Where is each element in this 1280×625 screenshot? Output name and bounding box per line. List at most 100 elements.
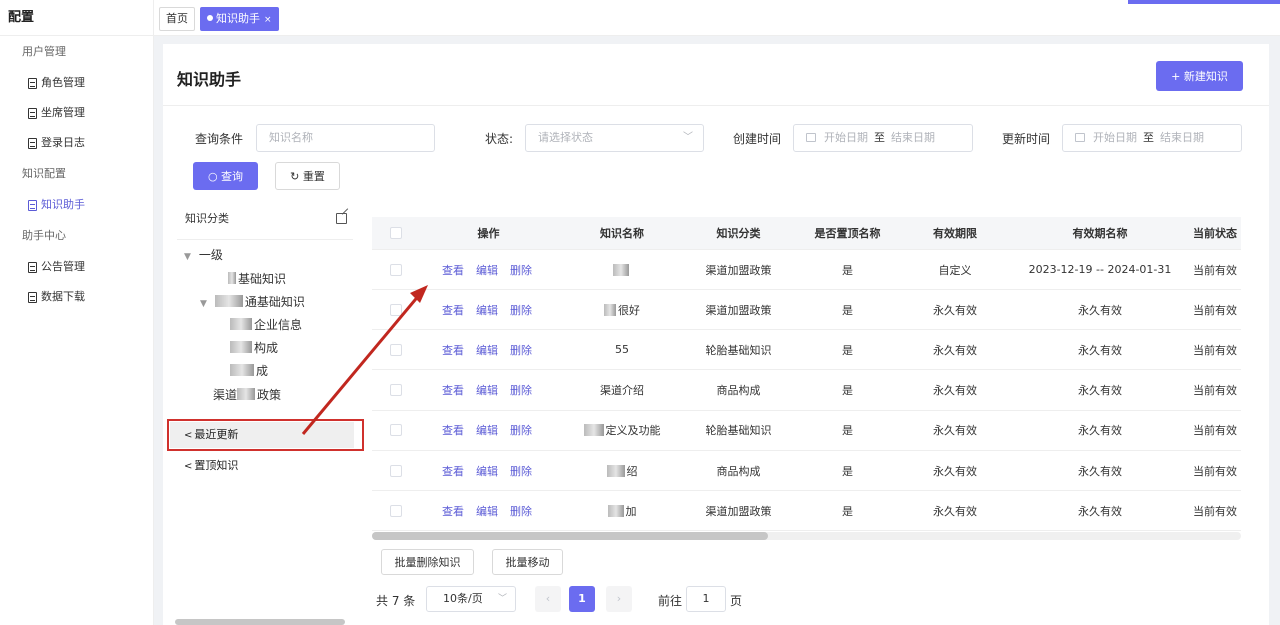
row-pinned: 是	[842, 424, 853, 438]
row-period: 永久有效	[933, 384, 977, 398]
edit-link[interactable]: 编辑	[476, 302, 498, 318]
scrollbar-thumb[interactable]	[372, 532, 768, 540]
tree-node[interactable]: 构成	[230, 339, 278, 356]
pinned-knowledge-item[interactable]: < 置顶知识	[170, 453, 354, 479]
start-date-placeholder: 开始日期	[824, 131, 868, 144]
total-count: 共 7 条	[376, 594, 416, 608]
row-period: 永久有效	[933, 464, 977, 478]
next-page-button[interactable]: ›	[606, 586, 632, 612]
row-checkbox[interactable]	[390, 464, 402, 477]
page-1-button[interactable]: 1	[569, 586, 595, 612]
search-icon: ○	[207, 170, 222, 183]
redacted-text	[613, 263, 629, 276]
tab-label: 知识助手	[216, 12, 260, 25]
header-period-name: 有效期名称	[1072, 227, 1128, 240]
row-period-name: 永久有效	[1078, 343, 1122, 357]
tree-node[interactable]: 基础知识	[228, 270, 286, 287]
prev-page-button[interactable]: ‹	[535, 586, 561, 612]
bulk-move-button[interactable]: 批量移动	[492, 549, 563, 575]
row-actions: 查看 编辑 删除	[426, 290, 551, 329]
row-checkbox-cell	[388, 250, 404, 289]
chevron-down-icon: ﹀	[497, 594, 507, 604]
tree-node[interactable]: 成	[230, 362, 268, 379]
sidebar-item-roles[interactable]: 角色管理	[0, 68, 153, 98]
calendar-icon	[1075, 133, 1085, 142]
new-knowledge-button[interactable]: + 新建知识	[1156, 61, 1243, 91]
edit-link[interactable]: 编辑	[476, 262, 498, 278]
knowledge-name-input[interactable]: 知识名称	[256, 124, 435, 152]
view-link[interactable]: 查看	[442, 503, 464, 519]
table-horizontal-scrollbar[interactable]	[372, 532, 1241, 540]
header-status: 当前状态	[1193, 227, 1237, 240]
view-link[interactable]: 查看	[442, 342, 464, 358]
row-pinned: 是	[842, 504, 853, 518]
delete-link[interactable]: 删除	[510, 463, 532, 479]
delete-link[interactable]: 删除	[510, 503, 532, 519]
delete-link[interactable]: 删除	[510, 302, 532, 318]
delete-link[interactable]: 删除	[510, 342, 532, 358]
search-button-label: 查询	[221, 170, 244, 183]
row-checkbox[interactable]	[390, 384, 402, 397]
highlight-box	[167, 419, 364, 451]
row-period-name: 永久有效	[1078, 384, 1122, 398]
tree-horizontal-scrollbar[interactable]	[175, 619, 345, 625]
status-label: 状态:	[485, 132, 514, 146]
redacted-text	[230, 318, 252, 330]
tree-node[interactable]: ▼ 通基础知识	[200, 293, 305, 310]
edit-link[interactable]: 编辑	[476, 342, 498, 358]
row-name: 加	[562, 491, 682, 530]
row-period-name: 永久有效	[1078, 303, 1122, 317]
tab-knowledge-assistant[interactable]: 知识助手 ×	[200, 7, 279, 31]
edit-link[interactable]: 编辑	[476, 503, 498, 519]
tab-home[interactable]: 首页	[159, 7, 195, 31]
table-row: 查看 编辑 删除 加 渠道加盟政策 是 永久有效 永久有效 当前有效	[372, 491, 1241, 532]
sidebar-item-label: 角色管理	[41, 76, 85, 89]
row-period: 永久有效	[933, 303, 977, 317]
row-checkbox[interactable]	[390, 424, 402, 437]
edit-icon[interactable]	[336, 213, 347, 224]
goto-page-input[interactable]: 1	[686, 586, 726, 612]
row-checkbox[interactable]	[390, 303, 402, 316]
edit-link[interactable]: 编辑	[476, 422, 498, 438]
page-size-select[interactable]: 10条/页 ﹀	[426, 586, 516, 612]
sidebar-item-data-download[interactable]: 数据下载	[0, 282, 153, 312]
view-link[interactable]: 查看	[442, 463, 464, 479]
sidebar-item-agents[interactable]: 坐席管理	[0, 98, 153, 128]
row-pinned: 是	[842, 464, 853, 478]
header-category: 知识分类	[716, 227, 761, 240]
view-link[interactable]: 查看	[442, 262, 464, 278]
sidebar-item-login-log[interactable]: 登录日志	[0, 128, 153, 158]
row-checkbox[interactable]	[390, 263, 402, 276]
tree-node-label: 企业信息	[254, 318, 303, 332]
delete-link[interactable]: 删除	[510, 422, 532, 438]
bulk-delete-button[interactable]: 批量删除知识	[381, 549, 474, 575]
edit-link[interactable]: 编辑	[476, 463, 498, 479]
sidebar-item-knowledge-assistant[interactable]: 知识助手	[0, 190, 153, 220]
row-period: 自定义	[938, 263, 972, 277]
delete-link[interactable]: 删除	[510, 262, 532, 278]
tree-node[interactable]: 企业信息	[230, 316, 302, 333]
tree-node-root[interactable]: ▼ 一级	[184, 246, 223, 263]
created-date-range[interactable]: 开始日期至结束日期	[793, 124, 973, 152]
tree-node[interactable]: 渠道 政策	[213, 386, 281, 403]
reset-button[interactable]: ↻ 重置	[275, 162, 340, 190]
updated-date-range[interactable]: 开始日期至结束日期	[1062, 124, 1242, 152]
edit-link[interactable]: 编辑	[476, 382, 498, 398]
select-all-checkbox[interactable]	[390, 227, 402, 239]
range-separator: 至	[1143, 131, 1154, 144]
sidebar-item-announcements[interactable]: 公告管理	[0, 252, 153, 282]
row-checkbox[interactable]	[390, 343, 402, 356]
status-select[interactable]: 请选择状态 ﹀	[525, 124, 704, 152]
search-button[interactable]: ○ 查询	[193, 162, 258, 190]
view-link[interactable]: 查看	[442, 422, 464, 438]
close-icon[interactable]: ×	[264, 15, 272, 25]
sidebar-group-knowledge: 知识配置	[22, 167, 66, 180]
row-category: 渠道加盟政策	[705, 263, 772, 277]
redacted-text	[214, 295, 243, 307]
redacted-text	[237, 388, 256, 400]
row-checkbox[interactable]	[390, 504, 402, 517]
view-link[interactable]: 查看	[442, 302, 464, 318]
view-link[interactable]: 查看	[442, 382, 464, 398]
delete-link[interactable]: 删除	[510, 382, 532, 398]
redacted-text	[607, 504, 624, 517]
